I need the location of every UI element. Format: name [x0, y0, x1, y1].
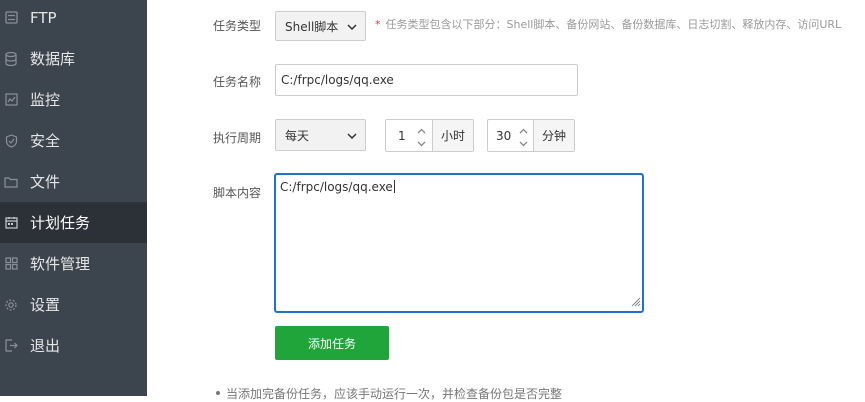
sidebar-item-label: 计划任务 [30, 214, 91, 232]
task-name-label: 任务名称 [213, 75, 262, 89]
chevron-down-icon [347, 128, 357, 142]
sidebar-item-label: 文件 [30, 173, 61, 191]
sidebar-item-software[interactable]: 软件管理 [0, 243, 147, 284]
chevron-down-icon[interactable] [519, 141, 528, 147]
sidebar-item-label: 数据库 [30, 50, 76, 68]
task-type-value: Shell脚本 [285, 19, 339, 34]
hour-spin-buttons[interactable] [416, 128, 426, 147]
sidebar-item-label: 设置 [30, 296, 61, 314]
chevron-up-icon[interactable] [519, 128, 528, 134]
sidebar-item-files[interactable]: 文件 [0, 161, 147, 202]
hour-value: 1 [398, 128, 406, 143]
chevron-down-icon [347, 19, 357, 33]
period-select[interactable]: 每天 [275, 119, 366, 151]
monitor-icon [4, 93, 18, 107]
gear-icon [4, 298, 18, 312]
task-type-label: 任务类型 [213, 19, 262, 33]
hour-unit: 小时 [432, 120, 473, 151]
sidebar-item-cron[interactable]: 计划任务 [0, 202, 147, 243]
sidebar: FTP 数据库 监控 安全 文件 计划任务 软件管理 设置 退出 [0, 0, 147, 396]
minute-unit: 分钟 [533, 120, 574, 151]
minute-stepper[interactable]: 30 分钟 [487, 119, 575, 152]
folder-icon [4, 175, 18, 189]
sidebar-item-logout[interactable]: 退出 [0, 325, 147, 366]
text-caret [393, 180, 395, 193]
script-label: 脚本内容 [213, 186, 262, 200]
required-star: * [375, 18, 381, 31]
shield-icon [4, 133, 18, 148]
apps-icon [4, 257, 18, 271]
hour-stepper[interactable]: 1 小时 [385, 119, 474, 152]
period-label: 执行周期 [213, 131, 262, 145]
sidebar-item-settings[interactable]: 设置 [0, 284, 147, 325]
script-textarea[interactable]: C:/frpc/logs/qq.exe [274, 173, 644, 313]
resize-grip-icon[interactable] [631, 296, 641, 310]
task-name-value: C:/frpc/logs/qq.exe [281, 73, 394, 87]
logout-icon [4, 339, 18, 353]
sidebar-item-ftp[interactable]: FTP [0, 0, 147, 38]
sidebar-item-label: 退出 [30, 337, 61, 355]
script-value: C:/frpc/logs/qq.exe [280, 180, 393, 194]
sidebar-item-label: 安全 [30, 132, 61, 150]
sidebar-item-label: 软件管理 [30, 255, 91, 273]
calendar-icon [4, 216, 18, 230]
task-type-hint: * 任务类型包含以下部分：Shell脚本、备份网站、备份数据库、日志切割、释放内存… [375, 16, 841, 32]
ftp-icon [4, 11, 18, 25]
minute-value: 30 [496, 128, 512, 143]
sidebar-item-label: 监控 [30, 91, 61, 109]
sidebar-item-security[interactable]: 安全 [0, 120, 147, 161]
task-type-select[interactable]: Shell脚本 [275, 11, 366, 41]
task-name-input[interactable]: C:/frpc/logs/qq.exe [275, 64, 578, 96]
chevron-up-icon[interactable] [417, 128, 426, 134]
period-value: 每天 [285, 128, 310, 143]
database-icon [4, 51, 18, 66]
task-type-hint-text: 任务类型包含以下部分：Shell脚本、备份网站、备份数据库、日志切割、释放内存、… [385, 18, 842, 31]
chevron-down-icon[interactable] [417, 141, 426, 147]
backup-tip-text: 当添加完备份任务，应该手动运行一次，并检查备份包是否完整 [226, 387, 563, 401]
sidebar-item-monitor[interactable]: 监控 [0, 79, 147, 120]
sidebar-item-label: FTP [30, 8, 57, 27]
add-task-button[interactable]: 添加任务 [275, 326, 389, 360]
minute-spin-buttons[interactable] [518, 128, 528, 147]
backup-tip: 当添加完备份任务，应该手动运行一次，并检查备份包是否完整 [216, 385, 562, 402]
sidebar-item-database[interactable]: 数据库 [0, 38, 147, 79]
bullet-dot [216, 391, 220, 395]
